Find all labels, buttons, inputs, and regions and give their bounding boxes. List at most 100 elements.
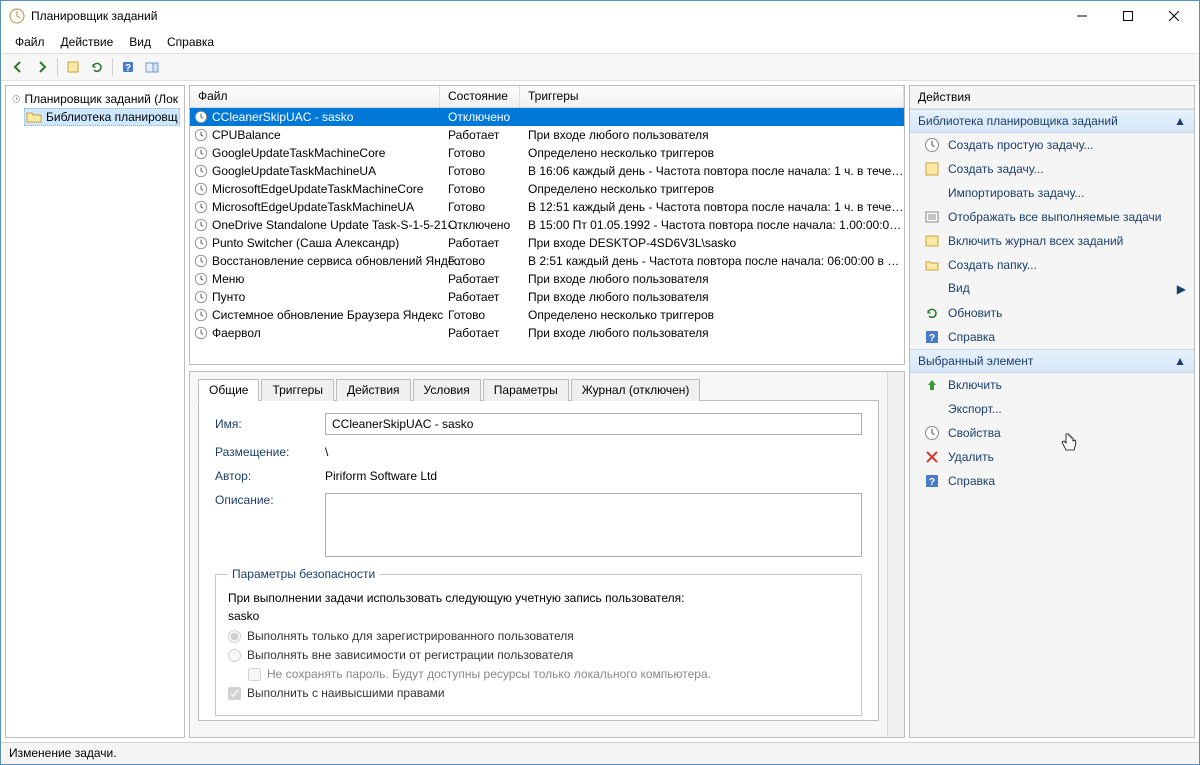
table-row[interactable]: Punto Switcher (Саша Александр)РаботаетП… <box>190 234 904 252</box>
security-fieldset: Параметры безопасности При выполнении за… <box>215 567 862 716</box>
action-refresh[interactable]: Обновить <box>910 301 1194 325</box>
table-row[interactable]: ФаерволРаботаетПри входе любого пользова… <box>190 324 904 342</box>
minimize-button[interactable] <box>1059 1 1105 31</box>
actions-section-library[interactable]: Библиотека планировщика заданий ▲ <box>910 109 1194 133</box>
col-file[interactable]: Файл <box>190 86 440 107</box>
help-icon: ? <box>924 473 940 489</box>
menu-file[interactable]: Файл <box>7 33 53 51</box>
check-highest[interactable] <box>228 687 241 700</box>
clock-icon <box>194 128 208 142</box>
clock-icon <box>194 164 208 178</box>
check-nopwd <box>248 668 261 681</box>
clock-icon <box>194 254 208 268</box>
help-icon: ? <box>924 329 940 345</box>
collapse-icon: ▲ <box>1174 114 1186 128</box>
location-label: Размещение: <box>215 445 315 459</box>
table-row[interactable]: GoogleUpdateTaskMachineUAГотовоВ 16:06 к… <box>190 162 904 180</box>
name-field[interactable] <box>325 413 862 435</box>
task-list: Файл Состояние Триггеры CCleanerSkipUAC … <box>189 85 905 365</box>
actions-pane: Действия Библиотека планировщика заданий… <box>909 85 1195 738</box>
enable-icon <box>924 377 940 393</box>
action-new-folder[interactable]: Создать папку... <box>910 253 1194 277</box>
table-row[interactable]: МенюРаботаетПри входе любого пользовател… <box>190 270 904 288</box>
table-row[interactable]: GoogleUpdateTaskMachineCoreГотовоОпредел… <box>190 144 904 162</box>
table-row[interactable]: Системное обновление Браузера ЯндексГото… <box>190 306 904 324</box>
action-help2[interactable]: ?Справка <box>910 469 1194 493</box>
menu-view[interactable]: Вид <box>121 33 159 51</box>
clock-icon <box>194 272 208 286</box>
history-icon <box>924 233 940 249</box>
action-create-basic[interactable]: Создать простую задачу... <box>910 133 1194 157</box>
tab-triggers[interactable]: Триггеры <box>261 379 334 401</box>
menubar: Файл Действие Вид Справка <box>1 31 1199 53</box>
action-export[interactable]: Экспорт... <box>910 397 1194 421</box>
help-icon[interactable]: ? <box>117 56 139 78</box>
name-label: Имя: <box>215 417 315 431</box>
table-row[interactable]: MicrosoftEdgeUpdateTaskMachineCoreГотово… <box>190 180 904 198</box>
action-properties[interactable]: Свойства <box>910 421 1194 445</box>
action-delete[interactable]: Удалить <box>910 445 1194 469</box>
menu-help[interactable]: Справка <box>159 33 222 51</box>
actions-section-selected[interactable]: Выбранный элемент ▲ <box>910 349 1194 373</box>
action-show-running[interactable]: Отображать все выполняемые задачи <box>910 205 1194 229</box>
col-state[interactable]: Состояние <box>440 86 520 107</box>
details-scrollbar[interactable] <box>887 372 904 737</box>
folder-icon <box>26 109 42 125</box>
description-label: Описание: <box>215 493 315 507</box>
clock-icon <box>194 218 208 232</box>
table-row[interactable]: ПунтоРаботаетПри входе любого пользовате… <box>190 288 904 306</box>
radio-logged[interactable] <box>228 630 241 643</box>
window-title: Планировщик заданий <box>31 9 1059 23</box>
tree-pane: Планировщик заданий (Лок Библиотека план… <box>5 85 185 738</box>
create-task-icon[interactable] <box>62 56 84 78</box>
panel-icon[interactable] <box>141 56 163 78</box>
details-pane: Общие Триггеры Действия Условия Параметр… <box>189 371 905 738</box>
tab-history[interactable]: Журнал (отключен) <box>571 379 701 401</box>
statusbar: Изменение задачи. <box>1 742 1199 764</box>
properties-icon <box>924 425 940 441</box>
description-field[interactable] <box>325 493 862 557</box>
forward-button[interactable] <box>31 56 53 78</box>
clock-icon <box>194 326 208 340</box>
table-row[interactable]: MicrosoftEdgeUpdateTaskMachineUAГотовоВ … <box>190 198 904 216</box>
back-button[interactable] <box>7 56 29 78</box>
titlebar: Планировщик заданий <box>1 1 1199 31</box>
close-button[interactable] <box>1151 1 1197 31</box>
action-view[interactable]: Вид▶ <box>910 277 1194 301</box>
maximize-button[interactable] <box>1105 1 1151 31</box>
action-enable-history[interactable]: Включить журнал всех заданий <box>910 229 1194 253</box>
list-icon <box>924 209 940 225</box>
menu-action[interactable]: Действие <box>53 33 122 51</box>
task-icon <box>924 161 940 177</box>
col-triggers[interactable]: Триггеры <box>520 86 904 107</box>
tab-general[interactable]: Общие <box>198 379 259 401</box>
tree-root[interactable]: Планировщик заданий (Лок <box>10 90 180 108</box>
location-value: \ <box>325 445 328 459</box>
action-import[interactable]: Импортировать задачу... <box>910 181 1194 205</box>
radio-any[interactable] <box>228 649 241 662</box>
clock-icon <box>194 146 208 160</box>
folder-icon <box>924 257 940 273</box>
clock-icon <box>194 290 208 304</box>
table-row[interactable]: Восстановление сервиса обновлений Янде..… <box>190 252 904 270</box>
arrow-right-icon: ▶ <box>1177 282 1186 296</box>
tree-library[interactable]: Библиотека планировщ <box>24 108 180 126</box>
action-enable[interactable]: Включить <box>910 373 1194 397</box>
import-icon <box>924 185 940 201</box>
actions-header: Действия <box>910 86 1194 109</box>
tab-conditions[interactable]: Условия <box>413 379 481 401</box>
svg-text:?: ? <box>929 477 935 488</box>
tabs: Общие Триггеры Действия Условия Параметр… <box>198 378 879 401</box>
action-help[interactable]: ?Справка <box>910 325 1194 349</box>
clock-icon <box>194 236 208 250</box>
table-row[interactable]: OneDrive Standalone Update Task-S-1-5-21… <box>190 216 904 234</box>
security-prompt: При выполнении задачи использовать следу… <box>228 591 849 605</box>
refresh-icon[interactable] <box>86 56 108 78</box>
table-row[interactable]: CPUBalanceРаботаетПри входе любого польз… <box>190 126 904 144</box>
collapse-icon: ▲ <box>1174 354 1186 368</box>
action-create[interactable]: Создать задачу... <box>910 157 1194 181</box>
tab-settings[interactable]: Параметры <box>483 379 569 401</box>
table-row[interactable]: CCleanerSkipUAC - saskoОтключено <box>190 108 904 126</box>
tab-actions[interactable]: Действия <box>336 379 411 401</box>
clock-icon <box>12 91 20 107</box>
